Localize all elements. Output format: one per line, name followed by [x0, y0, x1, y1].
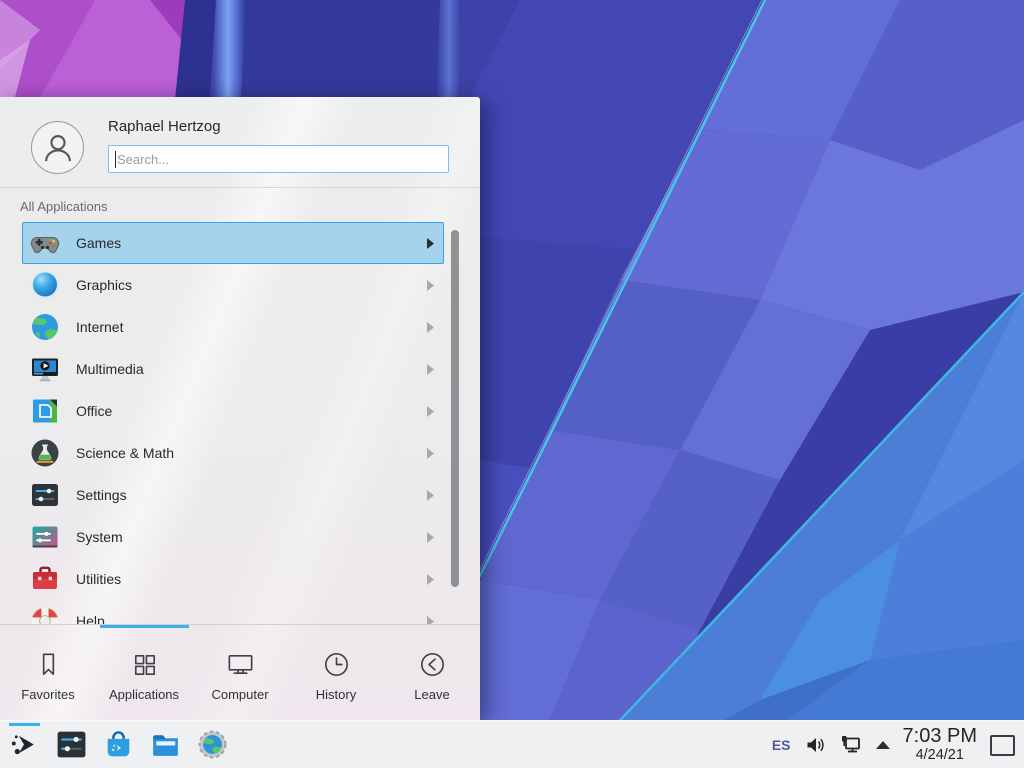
- search-input[interactable]: [108, 145, 449, 173]
- menu-item-label: Help: [76, 613, 105, 624]
- clock-time: 7:03 PM: [903, 726, 977, 748]
- menu-item-science-math[interactable]: Science & Math: [22, 432, 444, 474]
- tab-favorites[interactable]: Favorites: [0, 628, 96, 720]
- folder-icon: [149, 728, 182, 761]
- submenu-arrow-icon: [427, 238, 434, 249]
- menu-item-graphics[interactable]: Graphics: [22, 264, 444, 306]
- monitor-icon: [225, 649, 256, 680]
- tab-history[interactable]: History: [288, 628, 384, 720]
- application-launcher: Raphael Hertzog All Applications Games: [0, 97, 480, 720]
- menu-item-system[interactable]: System: [22, 516, 444, 558]
- submenu-arrow-icon: [427, 406, 434, 417]
- show-desktop-button[interactable]: [990, 735, 1015, 756]
- desktop: Raphael Hertzog All Applications Games: [0, 0, 1024, 768]
- user-avatar[interactable]: [31, 121, 84, 174]
- submenu-arrow-icon: [427, 616, 434, 625]
- volume-button[interactable]: [804, 734, 826, 756]
- keyboard-layout-indicator[interactable]: ES: [772, 737, 791, 753]
- tab-computer[interactable]: Computer: [192, 628, 288, 720]
- gamepad-icon: [29, 227, 61, 259]
- active-app-indicator: [9, 723, 40, 726]
- clock-icon: [321, 649, 352, 680]
- submenu-arrow-icon: [427, 280, 434, 291]
- menu-item-label: Graphics: [76, 277, 132, 293]
- submenu-arrow-icon: [427, 574, 434, 585]
- footer-divider: [0, 624, 480, 625]
- kali-launcher-icon: [8, 728, 41, 761]
- digital-clock[interactable]: 7:03 PM 4/24/21: [903, 726, 977, 763]
- app-launcher-button[interactable]: [8, 728, 41, 761]
- category-list: Games Graphics: [0, 222, 480, 624]
- tab-label: Applications: [109, 687, 179, 702]
- taskbar: ES 7:03 PM 4/2: [0, 720, 1024, 768]
- sliders-icon: [29, 479, 61, 511]
- clock-date: 4/24/21: [903, 748, 977, 764]
- menu-item-help[interactable]: Help: [22, 600, 444, 624]
- grid-icon: [129, 649, 160, 680]
- lifebuoy-icon: [29, 605, 61, 624]
- menu-item-office[interactable]: Office: [22, 390, 444, 432]
- tab-applications[interactable]: Applications: [96, 628, 192, 720]
- file-manager-button[interactable]: [149, 728, 182, 761]
- tab-label: Favorites: [21, 687, 74, 702]
- globe-icon: [29, 311, 61, 343]
- menu-item-label: Internet: [76, 319, 123, 335]
- flask-icon: [29, 437, 61, 469]
- section-label: All Applications: [20, 199, 107, 214]
- web-browser-button[interactable]: [196, 728, 229, 761]
- menu-item-label: Science & Math: [76, 445, 174, 461]
- menu-item-label: Settings: [76, 487, 127, 503]
- bookmark-icon: [33, 649, 64, 680]
- menu-item-multimedia[interactable]: Multimedia: [22, 348, 444, 390]
- menu-item-internet[interactable]: Internet: [22, 306, 444, 348]
- menu-item-utilities[interactable]: Utilities: [22, 558, 444, 600]
- submenu-arrow-icon: [427, 364, 434, 375]
- menu-item-label: System: [76, 529, 123, 545]
- menu-item-settings[interactable]: Settings: [22, 474, 444, 516]
- menu-item-label: Multimedia: [76, 361, 144, 377]
- sphere-icon: [29, 269, 61, 301]
- tab-label: Leave: [414, 687, 449, 702]
- leave-icon: [417, 649, 448, 680]
- menu-item-label: Office: [76, 403, 112, 419]
- discover-store-button[interactable]: [102, 728, 135, 761]
- scrollbar-thumb[interactable]: [451, 230, 459, 587]
- tab-leave[interactable]: Leave: [384, 628, 480, 720]
- system-tray: ES 7:03 PM 4/2: [772, 721, 1015, 768]
- system-settings-icon: [55, 728, 88, 761]
- multimedia-icon: [29, 353, 61, 385]
- user-name: Raphael Hertzog: [108, 118, 221, 135]
- header-divider: [0, 187, 480, 188]
- system-settings-button[interactable]: [55, 728, 88, 761]
- launcher-tab-bar: Favorites Applications Computer: [0, 628, 480, 720]
- speaker-icon: [804, 734, 826, 756]
- system-icon: [29, 521, 61, 553]
- menu-item-label: Utilities: [76, 571, 121, 587]
- globe-gear-icon: [196, 728, 229, 761]
- network-button[interactable]: [839, 733, 863, 757]
- taskbar-apps: [8, 728, 229, 761]
- menu-item-label: Games: [76, 235, 121, 251]
- submenu-arrow-icon: [427, 322, 434, 333]
- submenu-arrow-icon: [427, 490, 434, 501]
- text-caret: [115, 151, 116, 168]
- discover-bag-icon: [102, 728, 135, 761]
- document-icon: [29, 395, 61, 427]
- tab-label: History: [316, 687, 356, 702]
- wired-network-icon: [839, 733, 863, 757]
- submenu-arrow-icon: [427, 532, 434, 543]
- toolbox-icon: [29, 563, 61, 595]
- submenu-arrow-icon: [427, 448, 434, 459]
- tray-expander-icon[interactable]: [876, 741, 890, 749]
- person-icon: [39, 129, 77, 167]
- tab-label: Computer: [211, 687, 268, 702]
- menu-item-games[interactable]: Games: [22, 222, 444, 264]
